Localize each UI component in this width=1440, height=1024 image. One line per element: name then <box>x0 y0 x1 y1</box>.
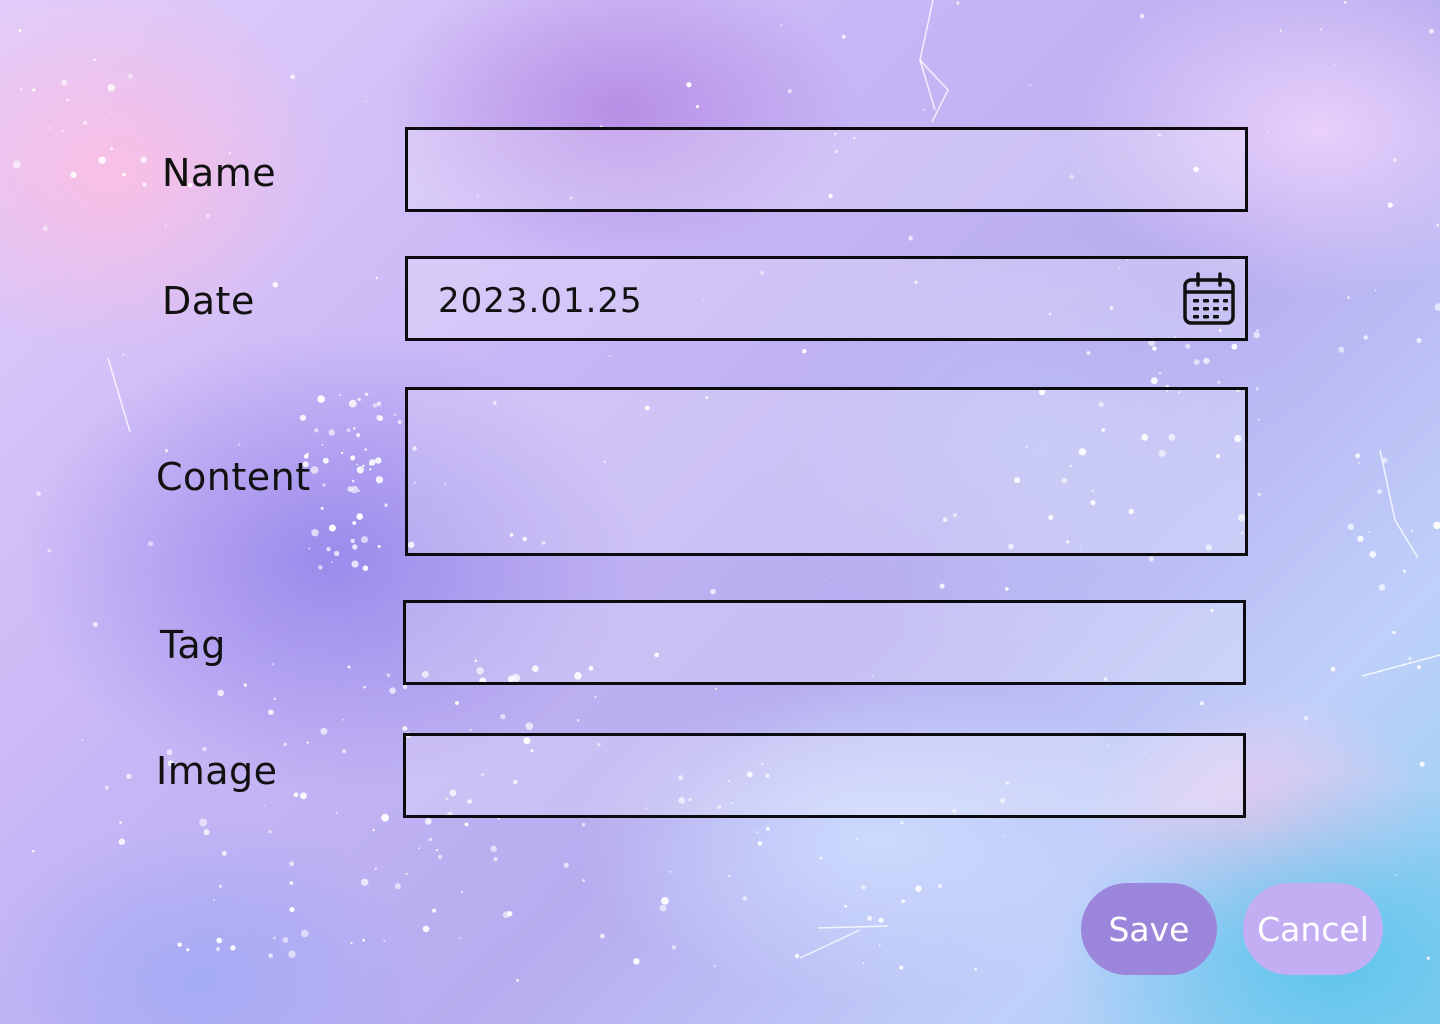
image-label: Image <box>156 749 278 793</box>
date-field-value: 2023.01.25 <box>438 281 643 321</box>
content-label: Content <box>156 455 311 499</box>
tag-field[interactable] <box>403 600 1246 685</box>
content-field[interactable] <box>405 387 1248 556</box>
save-button[interactable]: Save <box>1081 883 1217 975</box>
name-field[interactable] <box>405 127 1248 212</box>
name-label: Name <box>162 151 277 195</box>
date-field[interactable]: 2023.01.25 <box>405 256 1248 341</box>
calendar-icon[interactable] <box>1181 271 1237 327</box>
cancel-button[interactable]: Cancel <box>1243 883 1383 975</box>
date-label: Date <box>162 279 255 323</box>
image-field[interactable] <box>403 733 1246 818</box>
tag-label: Tag <box>160 623 226 667</box>
